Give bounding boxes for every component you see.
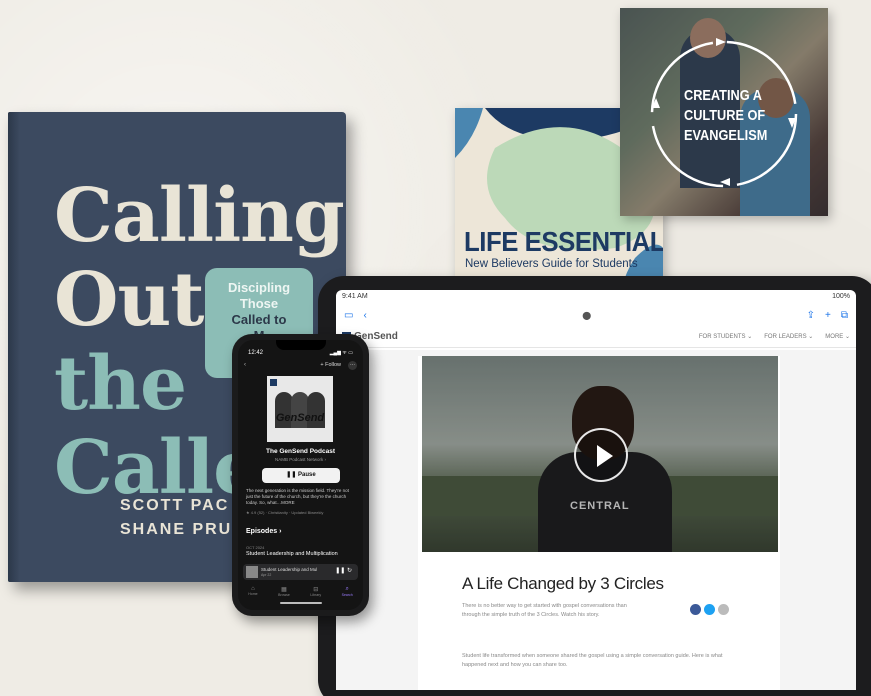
tab-home[interactable]: ⌂ Home [248,586,257,597]
phone-status-icons: ▂▄▆ ᯤ ▭ [329,350,353,356]
evangelism-title: CREATING A CULTURE OF EVANGELISM [684,86,768,146]
home-indicator [280,602,322,604]
phone-device: 12:42 ▂▄▆ ᯤ ▭ ‹ + Follow ··· GenSend The… [232,334,369,616]
evangelism-title-line: CULTURE OF [684,107,766,124]
article-body: Student life transformed when someone sh… [462,653,723,668]
phone-notch [276,340,326,350]
more-icon[interactable]: ··· [348,361,357,370]
play-icon[interactable] [574,428,628,482]
tab-bar: ⌂ Home ▦ Browse ⊟ Library ⌕ Search [238,586,363,597]
article-card: CENTRAL A Life Changed by 3 Circles Ther… [418,356,780,690]
phone-screen: 12:42 ▂▄▆ ᯤ ▭ ‹ + Follow ··· GenSend The… [238,340,363,610]
site-header: GenSend FOR STUDENTS ⌄ FOR LEADERS ⌄ MOR… [336,326,856,348]
mini-player-thumbnail [246,566,258,578]
browse-icon: ▦ [281,587,287,593]
new-tab-icon[interactable]: + [825,310,831,321]
facebook-icon[interactable] [690,604,701,615]
author-name: SCOTT PAC [120,497,230,514]
nav-link[interactable]: FOR LEADERS ⌄ [764,333,813,340]
bubble-line: Called to [231,312,287,327]
nav-link[interactable]: FOR STUDENTS ⌄ [699,333,752,340]
artwork-brand: GenSend [275,412,325,424]
follow-button[interactable]: + Follow [320,362,341,368]
tablet-device: 9:41 AM 100% ▭ ‹ ⬤ ⇪ + ⧉ GenSend FOR STU… [318,276,871,696]
status-time: 9:41 AM [342,293,368,300]
mini-player-controls[interactable]: ❚❚ ↻ [335,567,352,574]
mini-player-title: Student Leadership and Mul [261,567,318,572]
bubble-line: Those [239,296,279,311]
tablet-status-bar: 9:41 AM 100% [336,290,856,304]
podcast-artwork: GenSend [267,376,333,442]
network-badge-icon [270,379,277,386]
book-authors: SCOTT PAC SHANE PRU [120,494,232,542]
podcast-rating: ★ 4.9 (52) · Christianity · Updated Biwe… [246,510,324,515]
evangelism-title-line: EVANGELISM [684,127,768,144]
pause-button[interactable]: ❚❚ Pause [262,468,340,483]
mini-player[interactable]: Student Leadership and Mul Apr 22 ❚❚ ↻ [243,564,358,580]
library-icon: ⊟ [313,587,319,593]
tablet-screen: 9:41 AM 100% ▭ ‹ ⬤ ⇪ + ⧉ GenSend FOR STU… [336,290,856,690]
book-title-line: Calling [54,173,345,259]
status-battery: 100% [832,293,850,300]
author-name: SHANE PRU [120,521,233,538]
back-icon[interactable]: ‹ [244,362,246,368]
evangelism-card: CREATING A CULTURE OF EVANGELISM [620,8,828,216]
tab-browse[interactable]: ▦ Browse [278,586,290,597]
site-nav-links: FOR STUDENTS ⌄ FOR LEADERS ⌄ MORE ⌄ [699,333,850,340]
evangelism-title-line: CREATING A [684,87,762,104]
podcast-network-link[interactable]: NAMB Podcast Network › [238,457,363,462]
phone-time: 12:42 [248,350,264,356]
share-buttons [690,604,729,615]
episodes-heading[interactable]: Episodes › [246,528,281,535]
address-bar[interactable]: ⬤ [377,311,797,320]
tab-search[interactable]: ⌕ Search [342,586,353,597]
video-player[interactable]: CENTRAL [422,356,778,552]
page-content: CENTRAL A Life Changed by 3 Circles Ther… [336,350,856,690]
tabs-icon[interactable]: ⧉ [841,310,848,321]
bubble-line: Discipling [227,280,291,295]
life-essentials-title: LIFE ESSENTIALS [464,226,663,257]
search-icon: ⌕ [345,586,349,592]
share-icon[interactable]: ⇪ [807,310,815,321]
life-essentials-subtitle: New Believers Guide for Students [465,258,638,270]
mini-player-date: Apr 22 [261,573,272,577]
article-intro: There is no better way to get started wi… [462,603,627,618]
browser-toolbar: ▭ ‹ ⬤ ⇪ + ⧉ [336,304,856,326]
article-title: A Life Changed by 3 Circles [462,574,664,593]
sidebar-icon[interactable]: ▭ [344,310,353,321]
episode-title[interactable]: Student Leadership and Multiplication [246,551,338,557]
twitter-icon[interactable] [704,604,715,615]
podcast-name: The GenSend Podcast [266,448,335,455]
podcast-description: The next generation is the mission field… [246,488,349,505]
nav-link[interactable]: MORE ⌄ [825,333,850,340]
book-spine [8,112,20,582]
tab-library[interactable]: ⊟ Library [310,586,321,597]
email-icon[interactable] [718,604,729,615]
episode-date: OCT 2024 [246,545,265,550]
back-icon[interactable]: ‹ [363,310,366,321]
